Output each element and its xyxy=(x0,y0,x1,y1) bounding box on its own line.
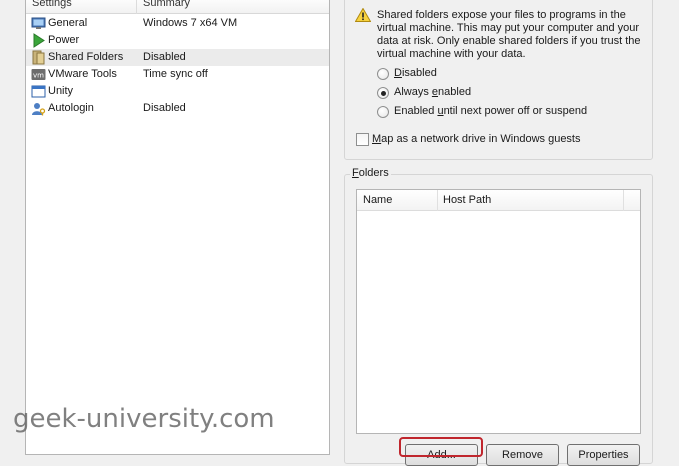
folders-group-title: Folders xyxy=(350,167,391,179)
settings-row-summary: Disabled xyxy=(143,51,186,63)
folders-list[interactable]: Name Host Path xyxy=(356,189,641,434)
settings-list-header: Settings Summary xyxy=(26,0,329,14)
settings-row-general[interactable]: General Windows 7 x64 VM xyxy=(26,15,329,32)
radio-button[interactable] xyxy=(377,68,389,80)
settings-row-shared-folders[interactable]: Shared Folders Disabled xyxy=(26,49,329,66)
map-network-drive-label[interactable]: Map as a network drive in Windows guests xyxy=(372,133,581,145)
column-divider[interactable] xyxy=(136,0,137,14)
settings-row-autologin[interactable]: Autologin Disabled xyxy=(26,100,329,117)
folder-icon xyxy=(32,50,45,65)
settings-row-label: Power xyxy=(48,34,80,46)
folders-list-header: Name Host Path xyxy=(357,190,640,211)
host-path-column-header[interactable]: Host Path xyxy=(443,194,491,206)
settings-row-summary: Disabled xyxy=(143,102,186,114)
settings-row-label: Shared Folders xyxy=(48,51,124,63)
map-network-drive-checkbox[interactable] xyxy=(356,133,369,146)
settings-list: Settings Summary General Windows 7 x64 V… xyxy=(25,0,330,455)
radio-button[interactable] xyxy=(377,106,389,118)
radio-label: Disabled xyxy=(394,67,437,79)
settings-row-power[interactable]: Power xyxy=(26,32,329,49)
settings-row-label: Unity xyxy=(48,85,74,97)
settings-row-label: Autologin xyxy=(48,102,94,114)
watermark: geek-university.com xyxy=(13,404,275,434)
settings-row-label: VMware Tools xyxy=(48,68,117,80)
warning-icon xyxy=(355,8,371,22)
settings-row-summary: Windows 7 x64 VM xyxy=(143,17,238,29)
properties-button[interactable]: Properties xyxy=(567,444,640,466)
settings-row-summary: Time sync off xyxy=(143,68,208,80)
column-divider[interactable] xyxy=(437,190,438,211)
remove-folder-button[interactable]: Remove xyxy=(486,444,559,466)
radio-label: Always enabled xyxy=(394,86,472,98)
sharing-warning-text: Shared folders expose your files to prog… xyxy=(377,9,641,60)
add-button-highlight xyxy=(399,437,483,457)
summary-column-header[interactable]: Summary xyxy=(143,0,190,9)
monitor-icon xyxy=(31,17,46,29)
settings-row-unity[interactable]: Unity xyxy=(26,83,329,100)
vm-icon: vm xyxy=(31,69,46,80)
user-key-icon xyxy=(32,103,46,116)
settings-row-label: General xyxy=(48,17,88,29)
window-icon xyxy=(31,85,46,98)
svg-text:vm: vm xyxy=(33,72,44,80)
settings-column-header[interactable]: Settings xyxy=(32,0,72,9)
name-column-header[interactable]: Name xyxy=(363,194,392,206)
play-icon xyxy=(33,33,45,48)
settings-row-vmware-tools[interactable]: vm VMware Tools Time sync off xyxy=(26,66,329,83)
radio-button[interactable] xyxy=(377,87,389,99)
column-divider[interactable] xyxy=(623,190,624,211)
radio-label: Enabled until next power off or suspend xyxy=(394,105,588,117)
